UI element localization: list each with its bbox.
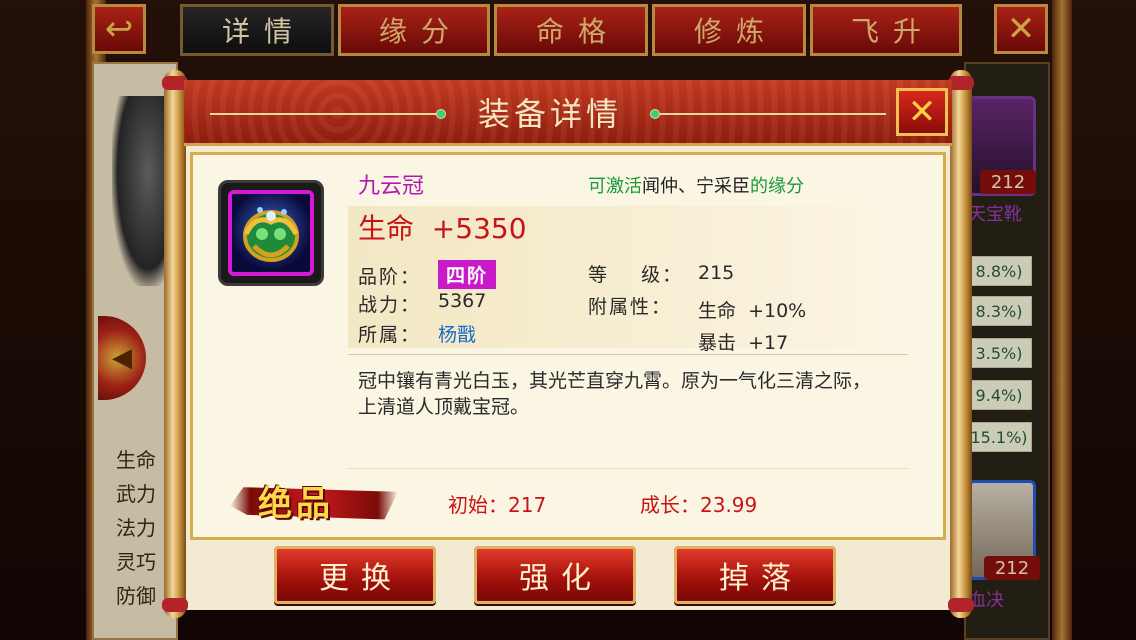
title-divider bbox=[210, 113, 440, 115]
sub-attr-line: 生命 +10% bbox=[698, 300, 807, 322]
initial-value: 初始：217 bbox=[448, 493, 547, 517]
drop-source-button[interactable]: 掉落 bbox=[674, 546, 836, 604]
grade-label: 品阶： bbox=[358, 266, 422, 288]
popup-close-button[interactable]: ✕ bbox=[896, 88, 948, 136]
item-name: 九云冠 bbox=[358, 174, 425, 199]
activate-suffix: 的缘分 bbox=[750, 176, 804, 197]
divider bbox=[348, 468, 908, 469]
owner-value: 杨戬 bbox=[438, 324, 477, 346]
quality-label: 绝品 bbox=[258, 484, 334, 524]
crown-icon bbox=[228, 190, 314, 276]
title-divider bbox=[660, 113, 886, 115]
replace-button[interactable]: 更换 bbox=[274, 546, 436, 604]
crown-icon-graphic bbox=[243, 207, 299, 262]
divider bbox=[348, 354, 908, 355]
popup-title: 装备详情 bbox=[477, 95, 622, 133]
scroll-rod-right bbox=[948, 70, 974, 618]
level-label: 等 级： bbox=[588, 264, 684, 286]
activate-prefix: 可激活 bbox=[588, 176, 642, 197]
level-value: 215 bbox=[698, 262, 735, 284]
grade-badge: 四阶 bbox=[438, 260, 497, 289]
growth-value: 成长：23.99 bbox=[640, 493, 758, 517]
item-description: 冠中镶有青光白玉，其光芒直穿九霄。原为一气化三清之际， 上清道人顶戴宝冠。 bbox=[358, 368, 871, 420]
sub-attr-line: 暴击 +17 bbox=[698, 332, 789, 354]
fate-hero-names: 闻仲、宁采臣 bbox=[642, 176, 750, 197]
enhance-button[interactable]: 强化 bbox=[474, 546, 636, 604]
sub-attr-label: 附属性： bbox=[588, 296, 673, 318]
description-line: 上清道人顶戴宝冠。 bbox=[358, 396, 530, 418]
description-line: 冠中镶有青光白玉，其光芒直穿九霄。原为一气化三清之际， bbox=[358, 370, 872, 392]
power-label: 战力： bbox=[358, 294, 422, 316]
scroll-rod-left bbox=[162, 70, 188, 618]
main-stat: 生命 +5350 bbox=[358, 207, 527, 247]
power-value: 5367 bbox=[438, 290, 487, 312]
main-stat-value: 生命 +5350 bbox=[358, 212, 527, 245]
close-icon: ✕ bbox=[907, 92, 937, 132]
activate-fate-text: 可激活闻仲、宁采臣的缘分 bbox=[588, 172, 804, 198]
owner-label: 所属： bbox=[358, 324, 422, 346]
